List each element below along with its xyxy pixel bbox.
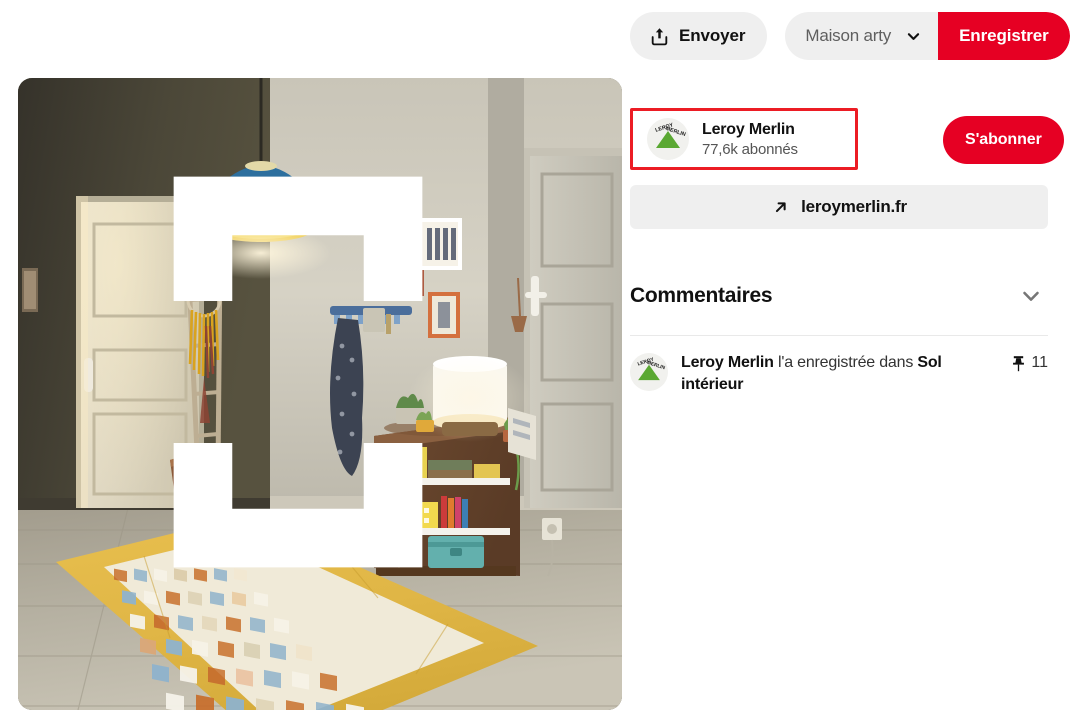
- creator-followers: 77,6k abonnés: [702, 140, 798, 158]
- chevron-down-icon: [1019, 284, 1043, 308]
- pin-count: 11: [1031, 354, 1048, 371]
- save-to-board-group: Maison arty Enregistrer: [785, 12, 1070, 60]
- comment-author: Leroy Merlin: [681, 354, 774, 371]
- website-link-button[interactable]: leroymerlin.fr: [630, 185, 1048, 229]
- save-button[interactable]: Enregistrer: [938, 12, 1070, 60]
- board-selector-value: Maison arty: [805, 26, 892, 45]
- pin-action-toolbar: Envoyer Maison arty Enregistrer: [630, 10, 1070, 62]
- creator-section: LEROY MERLIN Leroy Merlin 77,6k abonnés …: [630, 108, 1070, 170]
- expand-fullscreen-icon[interactable]: [18, 78, 600, 688]
- external-link-arrow-icon: [771, 198, 790, 217]
- comment-text: Leroy Merlin l'a enregistrée dans Sol in…: [681, 352, 998, 396]
- pin-image[interactable]: [18, 78, 622, 710]
- board-selector[interactable]: Maison arty: [785, 12, 939, 60]
- creator-name: Leroy Merlin: [702, 120, 795, 138]
- follow-button[interactable]: S'abonner: [943, 116, 1064, 164]
- comments-header: Commentaires: [630, 279, 1048, 313]
- list-item: LEROY MERLIN Leroy Merlin l'a enregistré…: [630, 352, 1048, 396]
- pin-details-panel: LEROY MERLIN Leroy Merlin 77,6k abonnés …: [630, 78, 1070, 396]
- creator-profile[interactable]: LEROY MERLIN Leroy Merlin 77,6k abonnés: [630, 108, 858, 170]
- leroy-merlin-logo-avatar: LEROY MERLIN: [630, 353, 668, 391]
- comments-collapse-button[interactable]: [1014, 279, 1048, 313]
- comment-action: l'a enregistrée dans: [773, 354, 918, 371]
- pushpin-icon: [1011, 355, 1026, 372]
- website-domain: leroymerlin.fr: [801, 197, 907, 216]
- comments-divider: [630, 335, 1048, 336]
- send-button[interactable]: Envoyer: [630, 12, 768, 60]
- share-upload-icon: [649, 26, 670, 47]
- leroy-merlin-logo-avatar: LEROY MERLIN: [647, 118, 689, 160]
- pin-count-meta: 11: [1011, 354, 1048, 372]
- comments-title: Commentaires: [630, 284, 773, 307]
- chevron-down-icon: [905, 28, 922, 45]
- send-button-label: Envoyer: [679, 26, 746, 45]
